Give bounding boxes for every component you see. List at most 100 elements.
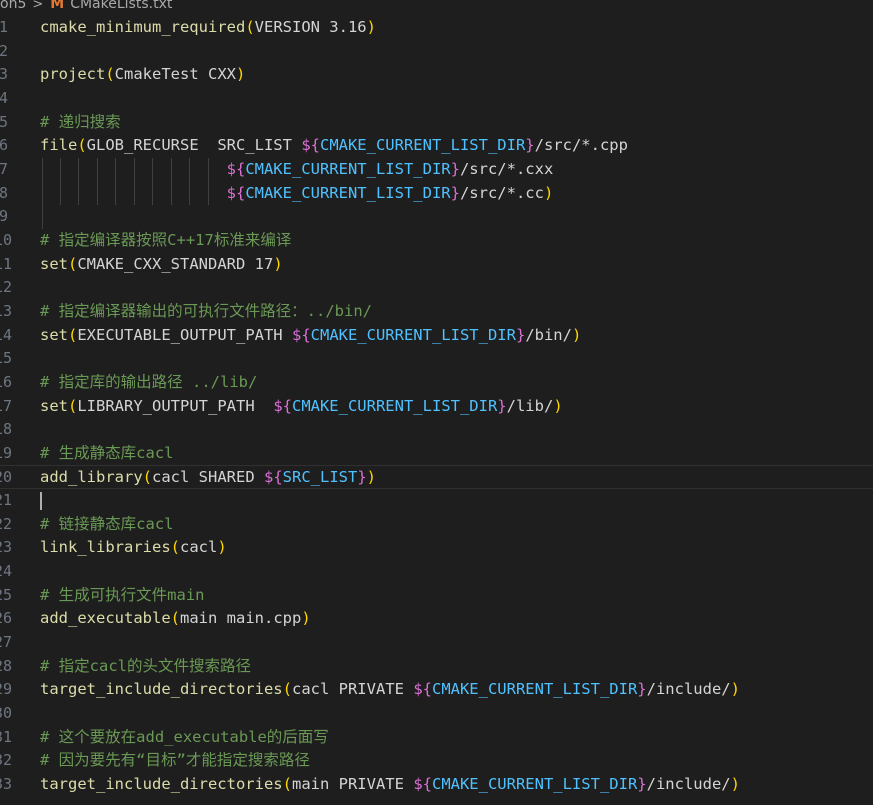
code-token: (: [282, 680, 292, 699]
code-line[interactable]: 11 set(CMAKE_CXX_STANDARD 17): [0, 253, 873, 277]
code-line[interactable]: 22 # 链接静态库cacl: [0, 513, 873, 537]
code-line[interactable]: 18: [0, 418, 873, 442]
code-line[interactable]: 23 link_libraries(cacl): [0, 536, 873, 560]
code-line[interactable]: 7 ${CMAKE_CURRENT_LIST_DIR}/src/*.cxx: [0, 157, 873, 182]
code-token: ): [730, 680, 740, 699]
code-line[interactable]: 28 # 指定cacl的头文件搜索路径: [0, 655, 873, 679]
code-line[interactable]: 26 add_executable(main main.cpp): [0, 607, 873, 631]
code-text: # 指定编译器输出的可执行文件路径：../bin/: [40, 300, 372, 324]
code-token: ): [366, 18, 376, 36]
code-text: # 递归搜索: [40, 111, 121, 135]
code-token: cacl PRIVATE: [291, 680, 414, 699]
code-token: (: [142, 468, 152, 487]
code-token: ): [273, 254, 283, 273]
code-token: }: [357, 468, 367, 487]
breadcrumb-separator-icon: >: [32, 0, 44, 12]
code-line[interactable]: 13 # 指定编译器输出的可执行文件路径：../bin/: [0, 300, 873, 324]
code-line[interactable]: 25 # 生成可执行文件main: [0, 584, 873, 608]
line-number: 5: [0, 112, 8, 131]
code-line[interactable]: 19 # 生成静态库cacl: [0, 442, 873, 466]
code-line[interactable]: 20 add_library(cacl SHARED ${SRC_LIST}): [0, 465, 873, 490]
code-line[interactable]: 1 cmake_minimum_required(VERSION 3.16): [0, 16, 873, 40]
code-token: # 生成可执行文件main: [40, 585, 205, 604]
code-line[interactable]: 12: [0, 276, 873, 300]
code-text: link_libraries(cacl): [40, 536, 227, 560]
code-token: set: [40, 325, 68, 344]
code-line[interactable]: 4: [0, 87, 873, 111]
code-line[interactable]: 15: [0, 347, 873, 371]
code-token: ${: [301, 136, 320, 155]
code-text: # 链接静态库cacl: [40, 513, 174, 537]
code-token: # 指定cacl的头文件搜索路径: [40, 656, 251, 675]
line-number: 13: [0, 301, 13, 320]
code-line[interactable]: 3 project(CmakeTest CXX): [0, 63, 873, 87]
code-text: set(LIBRARY_OUTPUT_PATH ${CMAKE_CURRENT_…: [40, 395, 563, 419]
code-text: # 指定cacl的头文件搜索路径: [40, 655, 251, 679]
code-token: # 指定编译器输出的可执行文件路径：../bin/: [40, 301, 372, 320]
line-number: 33: [0, 775, 13, 793]
line-number: 24: [0, 562, 13, 581]
code-line[interactable]: 6 file(GLOB_RECURSE SRC_LIST ${CMAKE_CURR…: [0, 134, 873, 158]
code-line[interactable]: 24: [0, 560, 873, 584]
code-token: ): [217, 538, 227, 557]
code-line[interactable]: 17 set(LIBRARY_OUTPUT_PATH ${CMAKE_CURREN…: [0, 395, 873, 419]
code-token: CMAKE_CURRENT_LIST_DIR: [431, 775, 638, 793]
code-token: (: [68, 254, 78, 273]
code-token: /src/*.cc: [459, 183, 544, 202]
code-text: set(EXECUTABLE_OUTPUT_PATH ${CMAKE_CURRE…: [40, 324, 581, 348]
breadcrumb: on5 > M CMakeLists.txt: [0, 0, 172, 13]
code-text: set(CMAKE_CXX_STANDARD 17): [40, 253, 283, 277]
code-text: # 指定库的输出路径 ../lib/: [40, 371, 257, 395]
code-text: # 这个要放在add_executable的后面写: [40, 726, 329, 750]
code-line[interactable]: 16 # 指定库的输出路径 ../lib/: [0, 371, 873, 395]
code-token: (: [170, 609, 180, 628]
code-editor[interactable]: 1 cmake_minimum_required(VERSION 3.16) 2 3 p…: [0, 16, 873, 797]
code-token: ${: [273, 396, 292, 415]
code-text: # 生成可执行文件main: [40, 584, 205, 608]
code-token: /src/*.cxx: [459, 159, 554, 178]
code-token: set: [40, 396, 68, 415]
code-token: }: [525, 136, 535, 155]
code-line[interactable]: 33 target_include_directories(main PRIVAT…: [0, 773, 873, 797]
line-number: 31: [0, 727, 13, 746]
breadcrumb-folder[interactable]: on5: [0, 0, 26, 12]
code-line[interactable]: 14 set(EXECUTABLE_OUTPUT_PATH ${CMAKE_CUR…: [0, 324, 873, 348]
code-line[interactable]: 31 # 这个要放在add_executable的后面写: [0, 726, 873, 750]
code-line[interactable]: 8 ${CMAKE_CURRENT_LIST_DIR}/src/*.cc): [0, 181, 873, 206]
code-line[interactable]: 27: [0, 631, 873, 655]
line-number: 10: [0, 230, 13, 249]
code-line[interactable]: 29 target_include_directories(cacl PRIVAT…: [0, 678, 873, 702]
code-line[interactable]: 9: [0, 205, 873, 229]
code-line[interactable]: 32 # 因为要先有“目标”才能指定搜索路径: [0, 749, 873, 773]
line-number: 28: [0, 656, 13, 675]
code-line[interactable]: 30: [0, 702, 873, 726]
code-token: cacl: [180, 538, 218, 557]
code-line[interactable]: 5 # 递归搜索: [0, 111, 873, 135]
code-token: # 指定库的输出路径 ../lib/: [40, 372, 258, 391]
code-token: add_library: [40, 468, 143, 487]
code-token: LIBRARY_OUTPUT_PATH: [77, 396, 274, 415]
code-token: (: [105, 65, 115, 84]
code-token: VERSION 3.16: [254, 18, 367, 36]
text-cursor: [40, 492, 42, 511]
line-number: 7: [0, 159, 8, 178]
code-token: ): [543, 183, 554, 202]
code-line[interactable]: 21: [0, 489, 873, 513]
line-number: 2: [0, 41, 8, 60]
breadcrumb-file-name[interactable]: CMakeLists.txt: [70, 0, 172, 12]
code-token: /src/*.cpp: [534, 136, 628, 155]
code-token: CMAKE_CURRENT_LIST_DIR: [245, 159, 451, 178]
code-token: }: [637, 680, 647, 699]
code-token: CMAKE_CURRENT_LIST_DIR: [319, 136, 526, 155]
code-token: /lib/: [506, 396, 554, 415]
code-token: ${: [226, 159, 246, 178]
code-token: target_include_directories: [40, 680, 283, 699]
line-number: 9: [0, 207, 8, 226]
code-line[interactable]: 2: [0, 40, 873, 64]
code-line[interactable]: 10 # 指定编译器按照C++17标准来编译: [0, 229, 873, 253]
code-token: ): [366, 468, 376, 487]
line-number: 29: [0, 680, 13, 699]
cmake-file-icon: M: [50, 0, 65, 12]
line-number: 3: [0, 65, 8, 84]
